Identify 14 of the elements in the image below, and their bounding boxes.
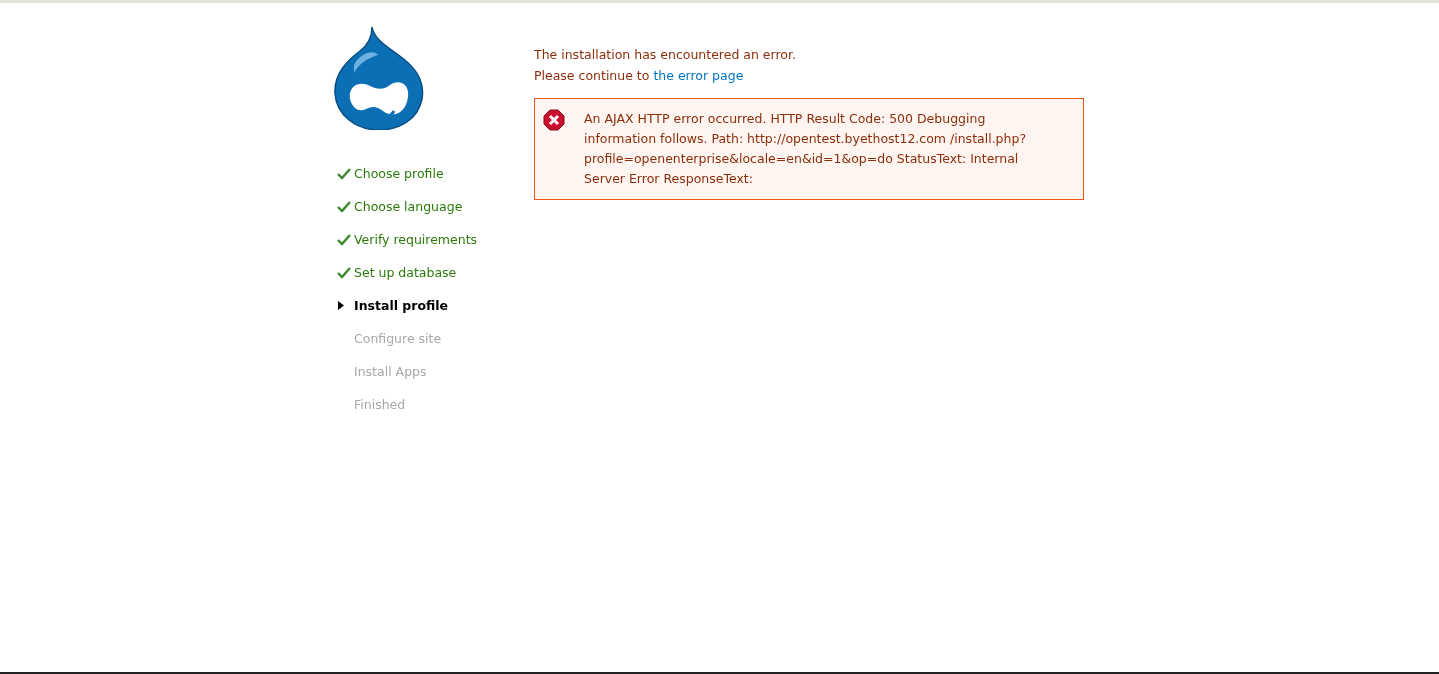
step-label: Install profile xyxy=(354,298,449,313)
step-label: Choose language xyxy=(354,199,463,214)
error-heading: The installation has encountered an error. xyxy=(534,46,797,64)
continue-text: Please continue to the error page xyxy=(534,67,745,85)
step-label: Verify requirements xyxy=(354,232,478,247)
step-label: Choose profile xyxy=(354,166,444,181)
triangle-icon xyxy=(338,301,344,310)
step-label: Install Apps xyxy=(354,364,427,379)
error-message-text: An AJAX HTTP error occurred. HTTP Result Code: 500 Debugging information follows. Path: http://opentest.byethost12.com /install.php?profile=openenterprise&locale=en&id=1&op=do StatusText: Internal Server Error ResponseText: xyxy=(584,110,1028,188)
step-label: Set up database xyxy=(354,265,457,280)
step-label: Configure site xyxy=(354,331,442,346)
error-icon xyxy=(543,109,565,131)
step-label: Finished xyxy=(354,397,406,412)
error-page-link[interactable]: the error page xyxy=(653,68,744,83)
